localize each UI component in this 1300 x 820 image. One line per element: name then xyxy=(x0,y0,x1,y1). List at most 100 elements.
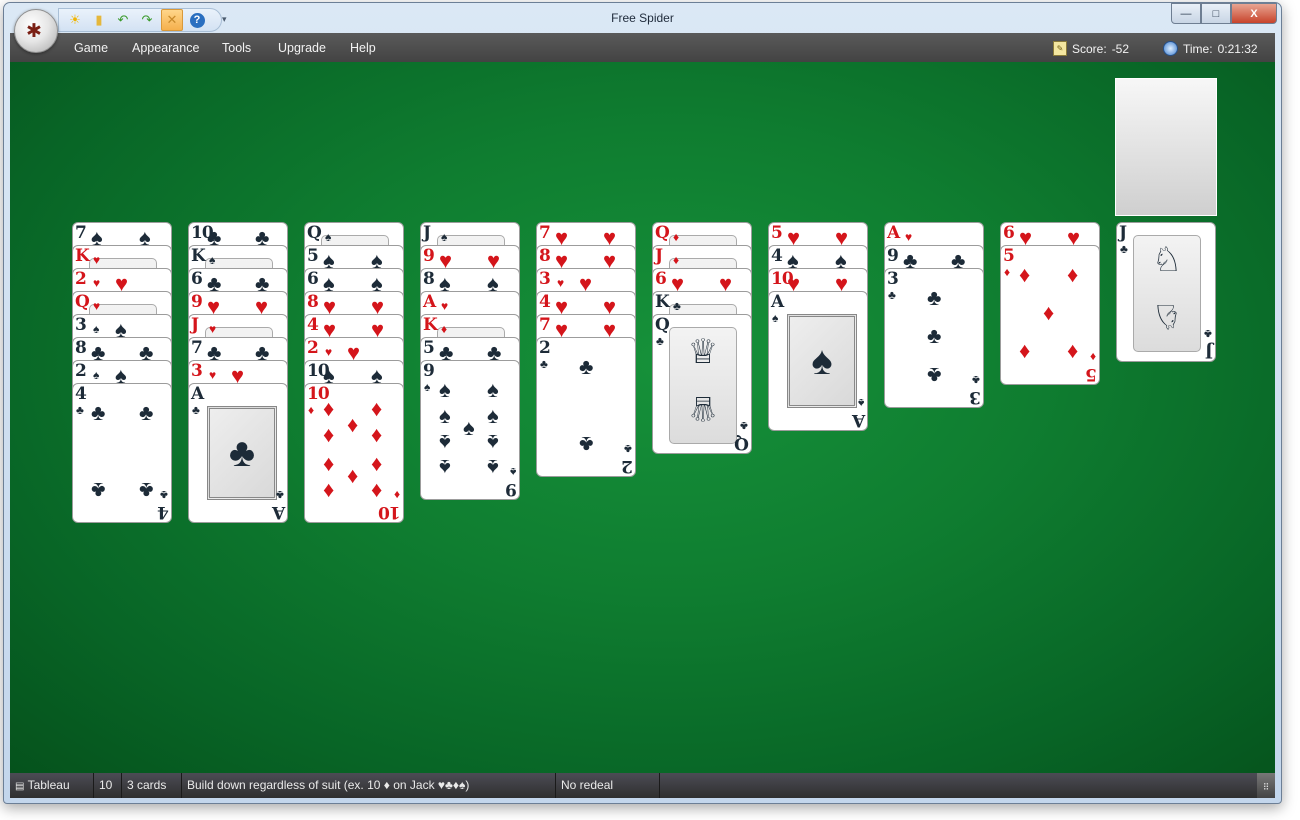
card-suit-icon: ♥ xyxy=(557,322,565,336)
card-rank: K xyxy=(191,246,206,266)
card-suit-icon: ♥ xyxy=(93,276,101,290)
suit-pip-icon: ♦ xyxy=(371,453,383,478)
card-rank: 7 xyxy=(539,223,551,243)
menu-upgrade[interactable]: Upgrade xyxy=(278,41,326,55)
card[interactable]: 9 ♠ ♠ ♠ ♠ ♠ ♠ ♠ ♠ ♠ ♠ 9 ♠ xyxy=(420,360,520,500)
card-suit-bottom-icon: ♣ xyxy=(972,373,980,387)
card-rank: 9 xyxy=(423,246,435,266)
hint-icon: ✕ xyxy=(166,12,178,27)
face-card-art: ♕ ♕ xyxy=(669,327,737,444)
close-button[interactable]: X xyxy=(1231,3,1277,24)
card-suit-icon: ♥ xyxy=(905,230,913,244)
menu-help[interactable]: Help xyxy=(350,41,376,55)
suit-icon: ♣ xyxy=(228,430,256,475)
suit-pip-icon: ♦ xyxy=(1067,340,1079,365)
card-rank: Q xyxy=(75,292,90,312)
card-suit-bottom-icon: ♦ xyxy=(393,488,400,502)
card-rank: K xyxy=(75,246,90,266)
customize-toolbar-icon[interactable]: ▾ xyxy=(222,14,227,25)
suit-pip-icon: ♦ xyxy=(371,422,383,447)
suit-pip-icon: ♣ xyxy=(579,432,594,457)
card[interactable]: 3 ♣ ♣ ♣ ♣ 3 ♣ xyxy=(884,268,984,408)
clock-icon xyxy=(1163,41,1178,56)
minimize-button[interactable]: — xyxy=(1171,3,1201,24)
card-suit-icon: ♥ xyxy=(209,368,217,382)
card[interactable]: A ♣ ♣ A ♣ xyxy=(188,383,288,523)
help-button[interactable]: ? xyxy=(187,10,207,30)
stock-pile[interactable] xyxy=(1115,78,1217,216)
status-bar: ▤ Tableau 10 3 cards Build down regardle… xyxy=(10,773,1275,798)
card[interactable]: 5 ♦ ♦ ♦ ♦ ♦ ♦ 5 ♦ xyxy=(1000,245,1100,385)
card-suit-icon: ♥ xyxy=(325,345,333,359)
help-icon: ? xyxy=(189,12,205,28)
card-rank-bottom: A xyxy=(852,410,865,430)
card-suit-bottom-icon: ♠ xyxy=(857,396,864,410)
card-suit-icon: ♣ xyxy=(888,288,896,302)
maximize-button[interactable]: □ xyxy=(1201,3,1231,24)
card-suit-icon: ♣ xyxy=(905,253,913,267)
card[interactable]: Q ♕ ♕ ♣ Q ♣ xyxy=(652,314,752,454)
score-label: Score: xyxy=(1072,41,1107,56)
card[interactable]: 2 ♣ ♣ ♣ 2 ♣ xyxy=(536,337,636,477)
open-button[interactable]: ▮ xyxy=(89,10,109,30)
card-suit-icon: ♥ xyxy=(673,276,681,290)
time-value: 0:21:32 xyxy=(1217,41,1258,56)
ace-emblem: ♠ xyxy=(787,314,857,408)
time-display: Time: 0:21:32 xyxy=(1163,41,1258,56)
suit-pip-icon: ♠ xyxy=(463,415,475,440)
suit-pip-icon: ♣ xyxy=(91,478,106,503)
card-suit-bottom-icon: ♣ xyxy=(1204,327,1212,341)
queen-figure-icon: ♕ xyxy=(687,389,719,427)
card-suit-icon: ♠ xyxy=(93,368,100,382)
card-suit-icon: ♠ xyxy=(325,230,332,244)
title-bar: Free Spider ☀ ▮ ↶ ↷ ✕? ▾ — □ X xyxy=(4,3,1281,33)
card-rank: 3 xyxy=(191,361,203,381)
card-suit-icon: ♠ xyxy=(441,276,448,290)
hint-button[interactable]: ✕ xyxy=(161,9,183,31)
menu-game[interactable]: Game xyxy=(74,41,108,55)
suit-pip-icon: ♣ xyxy=(579,354,594,379)
card[interactable]: J ♘ ♘ ♣ J ♣ xyxy=(1116,222,1216,362)
menu-tools[interactable]: Tools xyxy=(222,41,251,55)
card-rank: K xyxy=(655,292,670,312)
card-rank-bottom: 3 xyxy=(970,387,981,407)
card-suit-bottom-icon: ♣ xyxy=(276,488,284,502)
card-rank: 7 xyxy=(539,315,551,335)
suit-pip-icon: ♠ xyxy=(439,455,451,480)
card-rank: A xyxy=(887,223,900,243)
redo-button[interactable]: ↷ xyxy=(137,10,157,30)
suit-pip-icon: ♦ xyxy=(323,453,335,478)
card-rank: 6 xyxy=(655,269,667,289)
card-suit-icon: ♣ xyxy=(209,276,217,290)
undo-button[interactable]: ↶ xyxy=(113,10,133,30)
undo-arrow-icon: ↶ xyxy=(117,12,129,27)
card-suit-icon: ♣ xyxy=(76,403,84,417)
card-suit-icon: ♣ xyxy=(1120,242,1128,256)
new-game-button[interactable]: ☀ xyxy=(65,10,85,30)
menu-appearance[interactable]: Appearance xyxy=(132,41,199,55)
card-suit-icon: ♥ xyxy=(441,253,449,267)
card-suit-icon: ♣ xyxy=(656,334,664,348)
card-rank: 5 xyxy=(1003,246,1015,266)
card-suit-icon: ♥ xyxy=(557,299,565,313)
app-menu-button[interactable]: ✱ xyxy=(14,9,58,53)
card-rank: J xyxy=(655,246,663,266)
card[interactable]: 4 ♣ ♣ ♣ ♣ ♣ 4 ♣ xyxy=(72,383,172,523)
card-suit-icon: ♣ xyxy=(673,299,681,313)
face-card-art: ♘ ♘ xyxy=(1133,235,1201,352)
card-rank: 7 xyxy=(75,223,87,243)
card-suit-icon: ♥ xyxy=(1021,230,1029,244)
card-rank: 2 xyxy=(539,338,551,358)
folder-icon: ▮ xyxy=(95,12,103,27)
card-suit-icon: ♠ xyxy=(789,253,796,267)
card-rank-bottom: 5 xyxy=(1086,364,1097,384)
card[interactable]: A ♠ ♠ A ♠ xyxy=(768,291,868,431)
card-rank: 6 xyxy=(1003,223,1015,243)
resize-grip[interactable]: ⠿ xyxy=(1257,773,1275,798)
status-cards: 3 cards xyxy=(122,773,182,798)
card-suit-icon: ♥ xyxy=(789,230,797,244)
suit-pip-icon: ♠ xyxy=(439,430,451,455)
card[interactable]: 10 ♦ ♦ ♦ ♦ ♦ ♦ ♦ ♦ ♦ ♦ ♦ 10 ♦ xyxy=(304,383,404,523)
card-suit-icon: ♥ xyxy=(557,253,565,267)
card-suit-icon: ♥ xyxy=(93,253,101,267)
